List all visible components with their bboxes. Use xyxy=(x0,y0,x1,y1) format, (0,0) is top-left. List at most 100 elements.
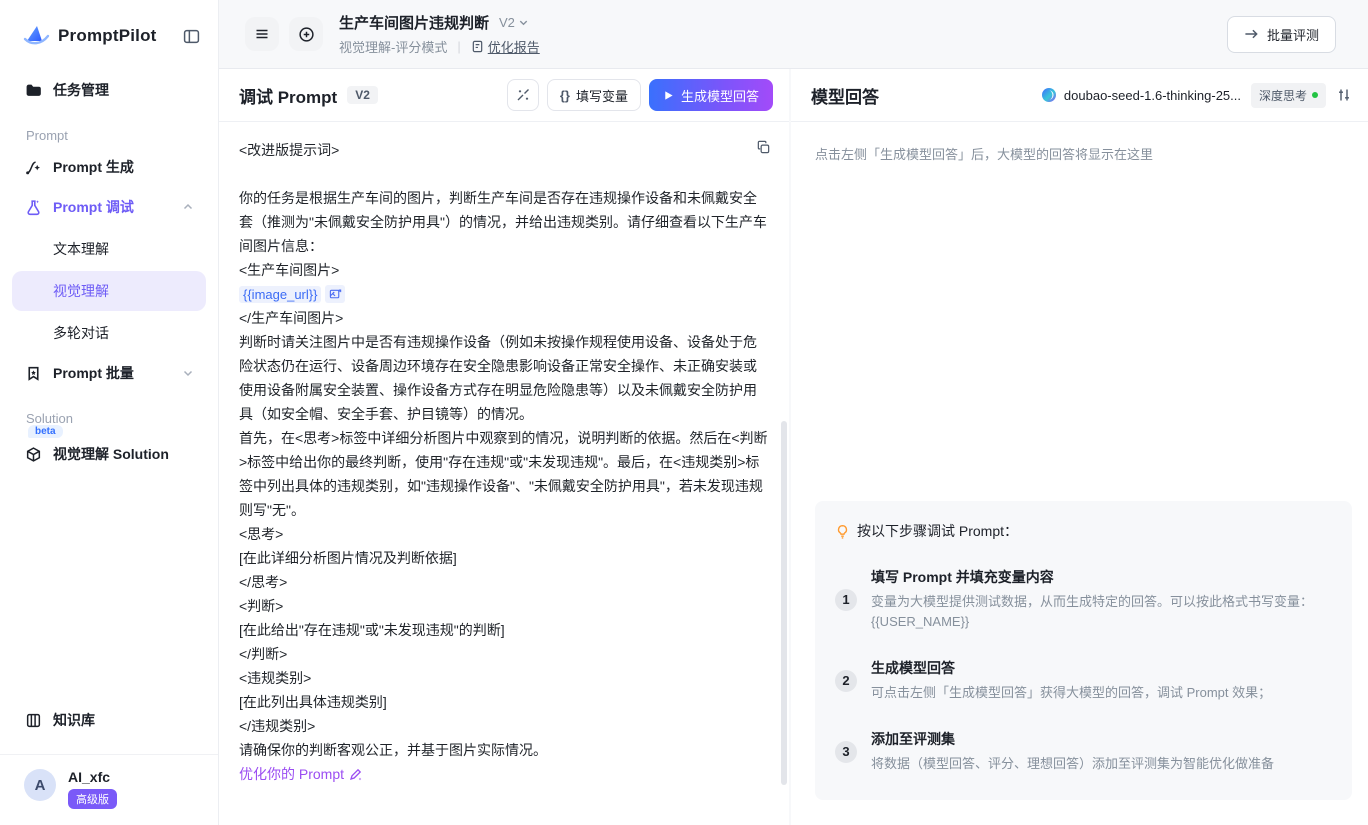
user-name: AI_xfc xyxy=(68,769,117,785)
optimize-prompt-label: 优化你的 Prompt xyxy=(239,762,344,786)
promptpilot-logo-icon xyxy=(22,22,50,50)
copy-icon[interactable] xyxy=(756,140,771,160)
guide-step: 3 添加至评测集 将数据（模型回答、评分、理想回答）添加至评测集为智能优化做准备 xyxy=(835,729,1328,774)
new-task-icon[interactable] xyxy=(289,17,323,51)
avatar: A xyxy=(24,769,56,801)
generate-answer-label: 生成模型回答 xyxy=(681,86,759,105)
collapse-sidebar-icon[interactable] xyxy=(183,28,200,45)
sidebar-item-knowledge-base[interactable]: 知识库 xyxy=(12,700,206,740)
batch-eval-label: 批量评测 xyxy=(1267,25,1319,44)
sidebar-item-label: Prompt 调试 xyxy=(53,197,134,217)
beta-badge: beta xyxy=(28,425,63,438)
step-description: 将数据（模型回答、评分、理想回答）添加至评测集为智能优化做准备 xyxy=(871,754,1274,774)
model-selector[interactable]: doubao-seed-1.6-thinking-25... xyxy=(1041,87,1241,103)
content-panels: 调试 Prompt V2 {} 填写变量 xyxy=(219,68,1368,825)
step-number: 1 xyxy=(835,589,857,611)
answer-placeholder: 点击左侧「生成模型回答」后，大模型的回答将显示在这里 xyxy=(815,144,1344,163)
step-number: 2 xyxy=(835,670,857,692)
task-title: 生产车间图片违规判断 xyxy=(339,12,489,33)
prompt-line: 请确保你的判断客观公正，并基于图片实际情况。 xyxy=(239,738,769,762)
guide-title: 按以下步骤调试 Prompt： xyxy=(857,521,1018,541)
prompt-line: <判断> xyxy=(239,594,769,618)
image-upload-icon[interactable] xyxy=(325,285,345,303)
prompt-line: <思考> xyxy=(239,522,769,546)
arrow-right-icon xyxy=(1244,27,1259,41)
optimize-report-link[interactable]: 优化报告 xyxy=(471,37,540,56)
book-icon xyxy=(24,711,42,729)
sidebar-item-vision-solution[interactable]: beta 视觉理解 Solution xyxy=(12,434,206,474)
sidebar-nav: 任务管理 Prompt Prompt 生成 xyxy=(0,60,218,474)
prompt-editor[interactable]: <改进版提示词> 你的任务是根据生产车间的图片，判断生产车间是否存在违规操作设备… xyxy=(219,122,789,825)
user-profile[interactable]: A AI_xfc 高级版 xyxy=(0,754,218,825)
mode-label: 视觉理解-评分模式 xyxy=(339,37,447,56)
brand-row: PromptPilot xyxy=(0,0,218,60)
sidebar-subitem-vision-understanding[interactable]: 视觉理解 xyxy=(12,271,206,311)
bookmark-star-icon xyxy=(24,364,42,382)
sidebar-subitem-multi-turn[interactable]: 多轮对话 xyxy=(12,313,206,353)
flask-icon xyxy=(24,198,42,216)
sidebar-item-prompt-batch[interactable]: Prompt 批量 xyxy=(12,353,206,393)
step-title: 生成模型回答 xyxy=(871,658,1271,678)
sidebar-subitem-label: 多轮对话 xyxy=(53,323,109,343)
edit-sparkle-icon xyxy=(349,767,363,781)
model-answer-panel: 模型回答 doubao-seed-1.6-thinking-25... xyxy=(791,69,1368,825)
optimize-prompt-link[interactable]: 优化你的 Prompt xyxy=(239,762,363,786)
version-selector[interactable]: V2 xyxy=(499,15,529,30)
status-dot xyxy=(1312,92,1318,98)
deep-think-label: 深度思考 xyxy=(1259,87,1307,104)
model-name: doubao-seed-1.6-thinking-25... xyxy=(1064,88,1241,103)
guide-step: 1 填写 Prompt 并填充变量内容 变量为大模型提供测试数据，从而生成特定的… xyxy=(835,567,1328,632)
deep-think-toggle[interactable]: 深度思考 xyxy=(1251,83,1326,108)
variable-token: {{image_url}} xyxy=(239,286,321,303)
prompt-line xyxy=(239,162,769,186)
batch-eval-button[interactable]: 批量评测 xyxy=(1227,16,1336,53)
sidebar-subitem-text-understanding[interactable]: 文本理解 xyxy=(12,229,206,269)
doubao-logo-icon xyxy=(1041,87,1057,103)
debug-panel-title: 调试 Prompt xyxy=(239,83,337,108)
prompt-line: </违规类别> xyxy=(239,714,769,738)
prompt-line: 首先，在<思考>标签中详细分析图片中观察到的情况，说明判断的依据。然后在<判断>… xyxy=(239,426,769,522)
lightbulb-icon xyxy=(835,524,850,539)
sidebar-subitem-label: 视觉理解 xyxy=(53,281,109,301)
sidebar-section-prompt: Prompt xyxy=(26,128,206,143)
sidebar-item-prompt-debug[interactable]: Prompt 调试 xyxy=(12,187,206,227)
step-description: 变量为大模型提供测试数据，从而生成特定的回答。可以按此格式书写变量： {{USE… xyxy=(871,592,1313,632)
generate-answer-button[interactable]: 生成模型回答 xyxy=(649,79,773,111)
magic-wand-icon[interactable] xyxy=(507,79,539,111)
hamburger-menu-icon[interactable] xyxy=(245,17,279,51)
prompt-line: [在此给出"存在违规"或"未发现违规"的判断] xyxy=(239,618,769,642)
debug-guide-card: 按以下步骤调试 Prompt： 1 填写 Prompt 并填充变量内容 变量为大… xyxy=(815,501,1352,800)
sidebar-item-prompt-generate[interactable]: Prompt 生成 xyxy=(12,147,206,187)
prompt-line: <违规类别> xyxy=(239,666,769,690)
chevron-down-icon xyxy=(182,367,194,379)
debug-panel-header: 调试 Prompt V2 {} 填写变量 xyxy=(219,69,789,122)
divider: | xyxy=(457,39,460,54)
version-label: V2 xyxy=(499,15,515,30)
sidebar-item-label: Prompt 批量 xyxy=(53,363,134,383)
step-title: 添加至评测集 xyxy=(871,729,1274,749)
prompt-line: [在此列出具体违规类别] xyxy=(239,690,769,714)
folder-icon xyxy=(24,81,42,99)
step-title: 填写 Prompt 并填充变量内容 xyxy=(871,567,1313,587)
sidebar-item-label: 视觉理解 Solution xyxy=(53,444,169,464)
play-icon xyxy=(663,90,674,101)
prompt-line: 判断时请关注图片中是否有违规操作设备（例如未按操作规程使用设备、设备处于危险状态… xyxy=(239,330,769,426)
sidebar-item-label: 任务管理 xyxy=(53,80,109,100)
cube-icon xyxy=(24,445,42,463)
scrollbar-thumb[interactable] xyxy=(781,421,787,785)
plan-badge: 高级版 xyxy=(68,789,117,809)
guide-step: 2 生成模型回答 可点击左侧「生成模型回答」获得大模型的回答，调试 Prompt… xyxy=(835,658,1328,703)
sidebar-item-task-management[interactable]: 任务管理 xyxy=(12,70,206,110)
debug-version-badge: V2 xyxy=(347,86,378,104)
sidebar-item-label: 知识库 xyxy=(53,710,95,730)
image-url-variable[interactable]: {{image_url}} xyxy=(239,282,769,306)
prompt-line: <改进版提示词> xyxy=(239,138,769,162)
prompt-line: </判断> xyxy=(239,642,769,666)
fill-variables-button[interactable]: {} 填写变量 xyxy=(547,79,641,111)
sidebar-bottom: 知识库 A AI_xfc 高级版 xyxy=(0,690,218,825)
debug-prompt-panel: 调试 Prompt V2 {} 填写变量 xyxy=(219,69,789,825)
task-title-block: 生产车间图片违规判断 V2 视觉理解-评分模式 | 优化报告 xyxy=(339,12,540,56)
answer-panel-header: 模型回答 doubao-seed-1.6-thinking-25... xyxy=(791,69,1368,122)
model-settings-icon[interactable] xyxy=(1336,87,1352,103)
sidebar: PromptPilot 任务管理 Prompt xyxy=(0,0,219,825)
